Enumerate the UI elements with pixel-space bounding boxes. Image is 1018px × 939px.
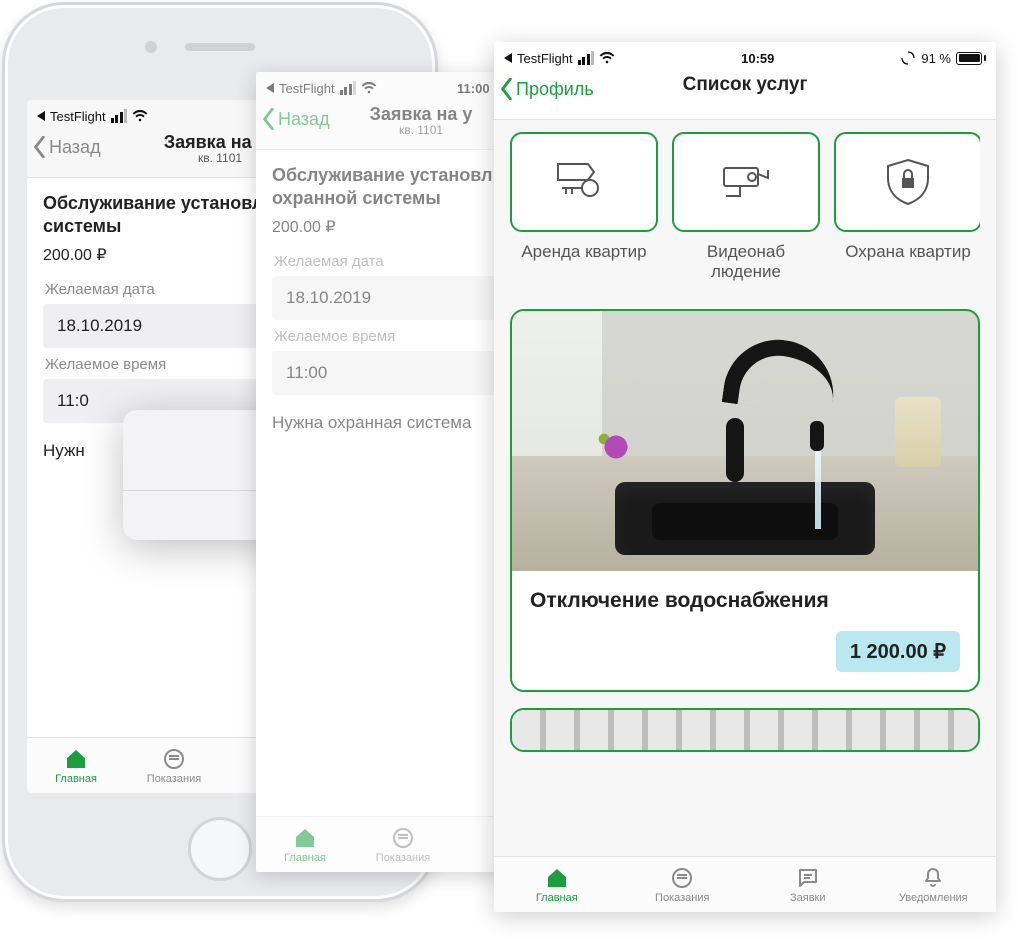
status-time: 11:00 [457, 81, 490, 96]
cell-signal-icon [340, 81, 357, 95]
tab-home-label: Главная [536, 892, 578, 904]
chat-icon [795, 866, 821, 890]
tab-meters-label: Показания [376, 852, 430, 864]
meter-icon [161, 747, 187, 771]
service-card-water[interactable]: Отключение водоснабжения 1 200.00 ₽ [510, 309, 980, 692]
category-row[interactable]: Аренда квартир Видеонаб людение Охрана к… [510, 132, 980, 291]
category-label: Охрана квартир [834, 242, 980, 262]
status-bar: TestFlight 10:59 91 % [494, 42, 996, 70]
chevron-left-icon [33, 136, 47, 158]
tab-home-label: Главная [284, 852, 326, 864]
radiator-image [512, 710, 978, 750]
back-to-app-label[interactable]: TestFlight [517, 51, 573, 66]
back-to-app-label[interactable]: TestFlight [279, 81, 335, 96]
tab-requests-label: Заявки [790, 892, 826, 904]
device-camera [145, 41, 157, 53]
nav-title: Список услуг [683, 74, 808, 96]
wifi-icon [361, 82, 377, 94]
back-button[interactable]: Назад [33, 136, 101, 158]
tab-meters[interactable]: Показания [125, 738, 223, 793]
back-button[interactable]: Назад [262, 108, 330, 130]
back-label: Назад [49, 137, 101, 158]
status-time: 10:59 [741, 51, 774, 66]
home-icon [544, 866, 570, 890]
tab-meters-label: Показания [655, 892, 709, 904]
service-card-price: 1 200.00 ₽ [836, 631, 960, 672]
category-label: Видеонаб людение [672, 242, 820, 283]
battery-percent: 91 % [921, 51, 951, 66]
camera-icon [714, 154, 778, 210]
back-button[interactable]: Профиль [500, 78, 594, 100]
tab-home-label: Главная [55, 773, 97, 785]
category-security[interactable]: Охрана квартир [834, 132, 980, 283]
wifi-icon [132, 110, 148, 122]
meter-icon [390, 826, 416, 850]
nav-title: Заявка на у [370, 104, 473, 125]
tab-home[interactable]: Главная [494, 857, 620, 912]
back-to-app-caret-icon [504, 53, 512, 63]
tab-bar: Главная Показания Заявки Уведомления [494, 856, 996, 912]
service-card-title: Отключение водоснабжения [530, 589, 960, 613]
nav-subtitle: кв. 1101 [370, 123, 473, 137]
tab-meters[interactable]: Показания [354, 817, 452, 872]
service-card-image [512, 311, 978, 571]
navbar: Профиль Список услуг [494, 70, 996, 120]
chevron-left-icon [262, 108, 276, 130]
tab-home[interactable]: Главная [256, 817, 354, 872]
service-card-heating[interactable] [510, 708, 980, 752]
category-label: Аренда квартир [510, 242, 658, 262]
home-icon [292, 826, 318, 850]
back-label: Профиль [516, 79, 594, 100]
meter-icon [669, 866, 695, 890]
tab-requests[interactable]: Заявки [745, 857, 871, 912]
back-to-app-caret-icon [37, 111, 45, 121]
home-icon [63, 747, 89, 771]
back-to-app-label[interactable]: TestFlight [50, 109, 106, 124]
back-label: Назад [278, 109, 330, 130]
home-button[interactable] [188, 817, 252, 881]
battery-icon [956, 52, 986, 65]
category-rent[interactable]: Аренда квартир [510, 132, 658, 283]
tab-meters-label: Показания [147, 773, 201, 785]
tab-home[interactable]: Главная [27, 738, 125, 793]
shield-lock-icon [876, 154, 940, 210]
device-speaker [185, 43, 255, 51]
services-content[interactable]: Аренда квартир Видеонаб людение Охрана к… [494, 120, 996, 856]
keys-icon [552, 154, 616, 210]
chevron-left-icon [500, 78, 514, 100]
back-to-app-caret-icon [266, 83, 274, 93]
bell-icon [920, 866, 946, 890]
tab-notifications[interactable]: Уведомления [871, 857, 997, 912]
cell-signal-icon [111, 109, 128, 123]
tab-notifications-label: Уведомления [899, 892, 968, 904]
category-cctv[interactable]: Видеонаб людение [672, 132, 820, 283]
screen-services-list: TestFlight 10:59 91 % Профиль Список усл… [494, 42, 996, 912]
tab-meters[interactable]: Показания [620, 857, 746, 912]
sync-icon [900, 50, 916, 66]
wifi-icon [599, 52, 615, 64]
cell-signal-icon [578, 51, 595, 65]
